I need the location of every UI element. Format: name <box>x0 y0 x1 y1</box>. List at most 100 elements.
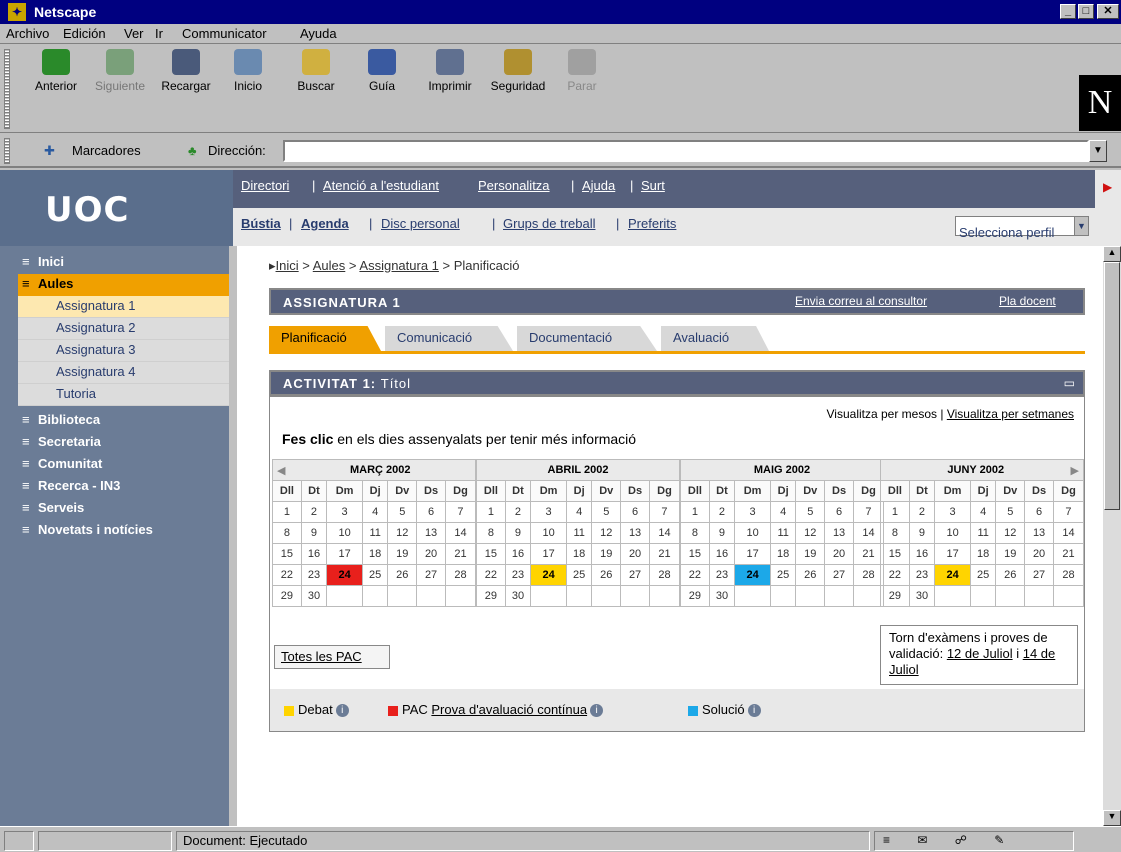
sidebar-item-aules[interactable]: ≡ Aules <box>18 274 229 296</box>
calendar-day-marked-debat[interactable]: 24 <box>530 564 567 586</box>
sidebar-item-inici[interactable]: ≡ Inici <box>18 252 229 274</box>
nav-directori[interactable]: Directori <box>241 178 289 193</box>
calendar-day-marked-debat[interactable]: 24 <box>934 564 971 586</box>
close-button[interactable]: ✕ <box>1097 4 1119 19</box>
breadcrumb-inici[interactable]: Inici <box>276 258 299 273</box>
uoc-logo[interactable]: UOC <box>0 170 233 246</box>
sidebar-subitem-assignatura-3[interactable]: Assignatura 3 <box>18 340 229 362</box>
back-button[interactable]: Anterior <box>22 49 90 93</box>
pla-docent-link[interactable]: Pla docent <box>999 294 1056 308</box>
mail-icon[interactable]: ✉ <box>917 833 927 847</box>
sidebar-item-novetats[interactable]: ≡ Novetats i notícies <box>18 520 229 542</box>
scroll-down-button[interactable]: ▼ <box>1103 810 1121 826</box>
tab-comunicacio[interactable]: Comunicació <box>385 326 513 351</box>
composer-icon[interactable]: ✎ <box>994 833 1004 847</box>
solucio-swatch <box>688 705 698 716</box>
breadcrumb-aules[interactable]: Aules <box>313 258 346 273</box>
nav-personalitza[interactable]: Personalitza <box>478 178 550 193</box>
info-icon[interactable]: i <box>747 704 761 718</box>
reload-button[interactable]: Recargar <box>152 49 220 93</box>
nav-agenda[interactable]: Agenda <box>301 216 349 231</box>
menu-ver[interactable]: Ver <box>124 26 144 41</box>
sidebar-item-recerca[interactable]: ≡ Recerca - IN3 <box>18 476 229 498</box>
legend-pac: PAC Prova d'avaluació contínua i <box>388 702 604 718</box>
calendar-day-marked-solucio[interactable]: 24 <box>734 564 771 586</box>
home-icon <box>234 49 262 75</box>
tab-documentacio[interactable]: Documentació <box>517 326 657 351</box>
profile-select[interactable]: Selecciona perfil ▼ <box>955 216 1089 240</box>
search-button[interactable]: Buscar <box>282 49 350 93</box>
navigator-icon[interactable]: ≡ <box>883 833 890 847</box>
view-months[interactable]: Visualitza per mesos <box>827 407 938 421</box>
sidebar-subitem-assignatura-4[interactable]: Assignatura 4 <box>18 362 229 384</box>
nav-bustia[interactable]: Bústia <box>241 216 281 231</box>
exams-info: Torn d'exàmens i proves de validació: 12… <box>880 625 1078 685</box>
exam-date-1-link[interactable]: 12 de Juliol <box>947 646 1013 661</box>
print-button[interactable]: Imprimir <box>416 49 484 93</box>
prev-month-icon[interactable]: ◀ <box>273 464 285 477</box>
address-dropdown[interactable]: ▼ <box>1089 140 1107 162</box>
calendar-month-header: ◀ MARÇ 2002 <box>272 459 476 481</box>
home-button[interactable]: Inicio <box>214 49 282 93</box>
stop-button[interactable]: Parar <box>548 49 616 93</box>
back-icon <box>42 49 70 75</box>
calendar-day-marked-pac[interactable]: 24 <box>326 564 363 586</box>
info-icon[interactable]: i <box>590 704 604 718</box>
sidebar-subitem-tutoria[interactable]: Tutoria <box>18 384 229 406</box>
toolbar-grip[interactable] <box>4 49 10 129</box>
sidebar-item-comunitat[interactable]: ≡ Comunitat <box>18 454 229 476</box>
minimize-button[interactable]: _ <box>1060 4 1076 19</box>
pac-link[interactable]: Prova d'avaluació contínua <box>431 702 587 717</box>
next-month-icon[interactable]: ▶ <box>1071 464 1083 477</box>
nav-atencio[interactable]: Atenció a l'estudiant <box>323 178 439 193</box>
search-icon <box>302 49 330 75</box>
assignatura-title: ASSIGNATURA 1 <box>283 295 401 310</box>
security-button[interactable]: Seguridad <box>484 49 552 93</box>
scroll-thumb[interactable] <box>1104 262 1120 510</box>
bookmarks-button[interactable]: Marcadores <box>72 143 141 158</box>
flag-icon[interactable]: ▶ <box>1103 180 1112 194</box>
nav-disc-personal[interactable]: Disc personal <box>381 216 460 231</box>
maximize-button[interactable]: □ <box>1078 4 1094 19</box>
print-icon <box>436 49 464 75</box>
nav-grups[interactable]: Grups de treball <box>503 216 596 231</box>
sub-nav: Bústia | Agenda | Disc personal | Grups … <box>233 208 1121 246</box>
menu-communicator[interactable]: Communicator <box>182 26 267 41</box>
location-grip[interactable] <box>4 138 10 164</box>
nav-ajuda[interactable]: Ajuda <box>582 178 615 193</box>
print-icon[interactable]: ▭ <box>1064 376 1075 390</box>
all-pac-button[interactable]: Totes les PAC <box>274 645 390 669</box>
discussion-icon[interactable]: ☍ <box>955 833 967 847</box>
breadcrumb-assignatura[interactable]: Assignatura 1 <box>359 258 439 273</box>
assignatura-header: ASSIGNATURA 1 Envia correu al consultor … <box>269 288 1085 315</box>
activitat-title: ACTIVITAT 1: Títol <box>283 376 412 391</box>
sidebar-item-serveis[interactable]: ≡ Serveis <box>18 498 229 520</box>
menu-ayuda[interactable]: Ayuda <box>300 26 337 41</box>
nav-surt[interactable]: Surt <box>641 178 665 193</box>
component-bar: ≡ ✉ ☍ ✎ <box>874 831 1074 851</box>
nav-preferits[interactable]: Preferits <box>628 216 676 231</box>
menu-ir[interactable]: Ir <box>155 26 163 41</box>
sidebar-item-secretaria[interactable]: ≡ Secretaria <box>18 432 229 454</box>
sidebar-subitem-assignatura-1[interactable]: Assignatura 1 <box>18 296 229 318</box>
sidebar-subitem-assignatura-2[interactable]: Assignatura 2 <box>18 318 229 340</box>
address-input[interactable] <box>283 140 1089 162</box>
tab-avaluacio[interactable]: Avaluació <box>661 326 769 351</box>
status-text: Document: Ejecutado <box>176 831 870 851</box>
menu-edicion[interactable]: Edición <box>63 26 106 41</box>
menu-archivo[interactable]: Archivo <box>6 26 49 41</box>
info-icon[interactable]: i <box>335 704 349 718</box>
view-weeks-link[interactable]: Visualitza per setmanes <box>947 407 1074 421</box>
legend: Debat i PAC Prova d'avaluació contínua i S… <box>270 689 1084 731</box>
guide-button[interactable]: Guía <box>348 49 416 93</box>
main-content: ▸Inici > Aules > Assignatura 1 > Planifi… <box>237 246 1103 826</box>
sidebar-item-biblioteca[interactable]: ≡ Biblioteca <box>18 410 229 432</box>
vertical-scrollbar[interactable]: ▲ ▼ <box>1103 246 1121 826</box>
scroll-up-button[interactable]: ▲ <box>1103 246 1121 262</box>
location-icon: ♣ <box>188 143 197 158</box>
security-status-icon[interactable] <box>4 831 34 851</box>
tab-planificacio[interactable]: Planificació <box>269 326 381 351</box>
calendar-month-header: ABRIL 2002 <box>476 459 680 481</box>
forward-button[interactable]: Siguiente <box>86 49 154 93</box>
email-consultant-link[interactable]: Envia correu al consultor <box>795 294 927 308</box>
